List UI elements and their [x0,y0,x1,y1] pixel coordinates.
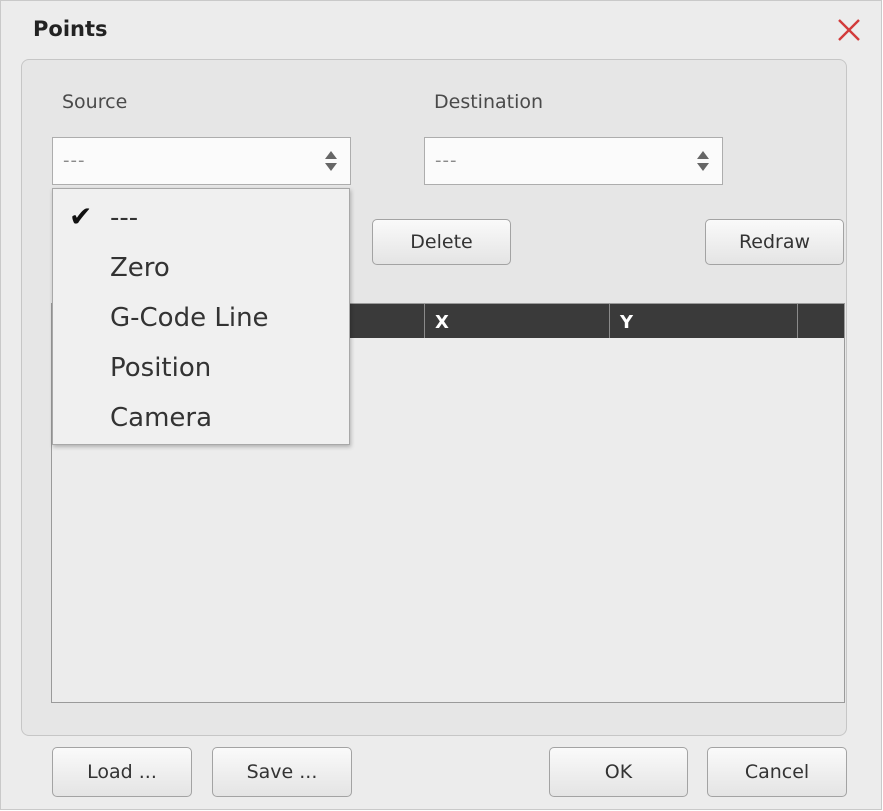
source-select[interactable]: --- [52,137,351,185]
source-label: Source [62,91,128,113]
updown-arrows-icon [696,150,710,172]
dropdown-option-position[interactable]: Position [110,348,211,388]
column-header-x[interactable]: X [424,304,609,338]
column-header-y[interactable]: Y [609,304,797,338]
destination-select[interactable]: --- [424,137,723,185]
source-dropdown-menu: ✔ --- Zero G-Code Line Position Camera [52,188,350,445]
dropdown-option-zero[interactable]: Zero [110,248,170,288]
points-dialog: Points Source Destination --- --- Delete… [0,0,882,810]
updown-arrows-icon [324,150,338,172]
source-select-value: --- [63,150,86,171]
destination-select-value: --- [435,150,458,171]
dropdown-option-camera[interactable]: Camera [110,398,212,438]
load-button[interactable]: Load ... [52,747,192,797]
redraw-button[interactable]: Redraw [705,219,844,265]
save-button[interactable]: Save ... [212,747,352,797]
dropdown-option-gcode-line[interactable]: G-Code Line [110,298,269,338]
dropdown-option-none[interactable]: --- [110,198,138,238]
ok-button[interactable]: OK [549,747,688,797]
destination-label: Destination [434,91,544,113]
dialog-title: Points [33,17,108,41]
cancel-button[interactable]: Cancel [707,747,847,797]
column-header-extra[interactable] [797,304,844,338]
delete-button[interactable]: Delete [372,219,511,265]
checkmark-icon: ✔ [69,200,93,233]
close-icon[interactable] [835,15,863,45]
